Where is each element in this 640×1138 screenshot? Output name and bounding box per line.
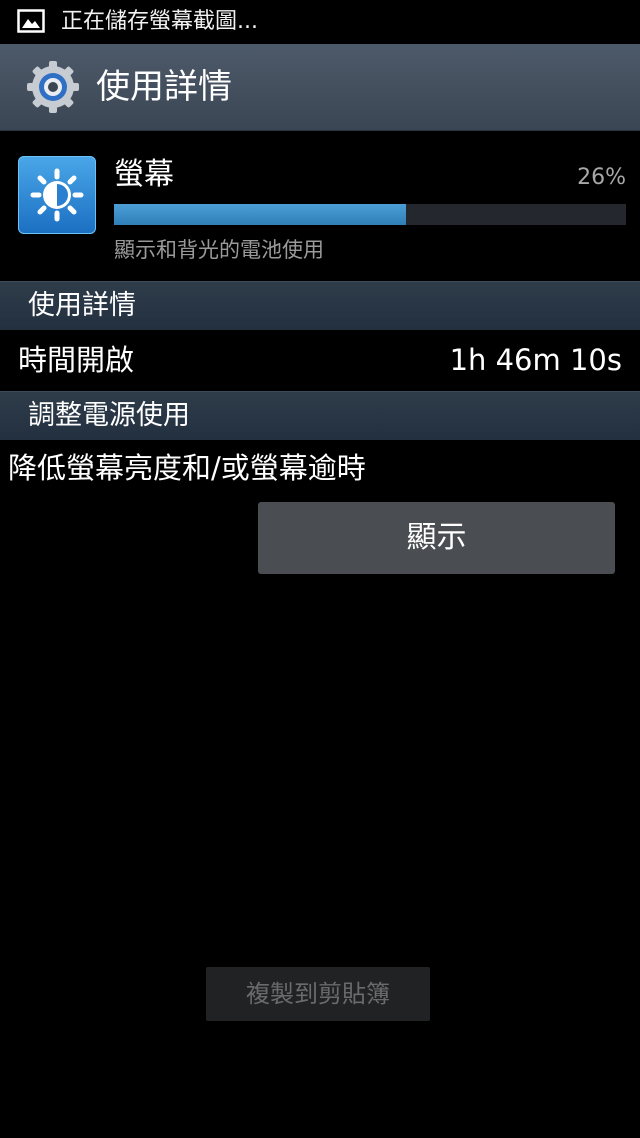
copy-to-clipboard-button[interactable]: 複製到剪貼簿 [206, 967, 430, 1021]
time-on-label: 時間開啟 [18, 343, 135, 377]
action-bar: 使用詳情 [0, 44, 640, 132]
page-title: 使用詳情 [96, 67, 232, 107]
power-tip-text: 降低螢幕亮度和/或螢幕逾時 [8, 451, 366, 485]
section-header-usage-details: 使用詳情 [0, 281, 640, 330]
brightness-icon [18, 156, 96, 234]
picture-icon [17, 9, 45, 33]
app-description: 顯示和背光的電池使用 [114, 238, 324, 262]
section-header-adjust-power: 調整電源使用 [0, 391, 640, 440]
gear-icon[interactable] [24, 58, 82, 116]
usage-percent: 26% [577, 165, 626, 190]
status-bar: 正在儲存螢幕截圖... [0, 0, 640, 44]
section-title: 使用詳情 [28, 290, 136, 321]
time-on-value: 1h 46m 10s [449, 343, 622, 377]
display-button[interactable]: 顯示 [258, 502, 615, 574]
usage-progress-fill [114, 204, 406, 225]
section-title: 調整電源使用 [28, 400, 190, 431]
notification-text: 正在儲存螢幕截圖... [61, 9, 258, 34]
app-name: 螢幕 [114, 157, 174, 192]
usage-progress-bar [114, 204, 626, 225]
app-usage-row[interactable]: 螢幕 26% 顯示和背光的電池使用 [0, 131, 640, 279]
detail-row-time-on: 時間開啟 1h 46m 10s [0, 330, 640, 390]
